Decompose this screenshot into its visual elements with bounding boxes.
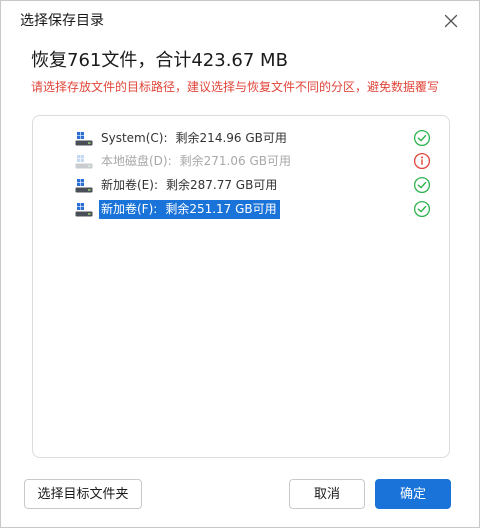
drive-label: 新加卷(F):: [101, 202, 158, 216]
check-circle-icon: [413, 176, 431, 194]
check-circle-icon: [413, 200, 431, 218]
info-circle-icon: [413, 152, 431, 170]
drive-label: 新加卷(E):: [101, 178, 158, 192]
drive-free-space: 剩余271.06 GB可用: [179, 154, 291, 168]
drive-label: 本地磁盘(D):: [101, 154, 172, 168]
drive-row-c[interactable]: System(C): 剩余214.96 GB可用: [75, 128, 290, 149]
check-circle-icon: [413, 129, 431, 147]
drive-free-space: 剩余287.77 GB可用: [166, 178, 278, 192]
drive-label: System(C):: [101, 131, 168, 145]
drive-free-space: 剩余251.17 GB可用: [165, 202, 277, 216]
recovery-summary-heading: 恢复761文件，合计423.67 MB: [31, 50, 288, 71]
drive-row-f[interactable]: 新加卷(F): 剩余251.17 GB可用: [75, 199, 280, 220]
select-folder-button[interactable]: 选择目标文件夹: [24, 479, 142, 509]
windows-drive-icon: [75, 154, 93, 169]
drive-name-text: 本地磁盘(D): 剩余271.06 GB可用: [99, 152, 294, 171]
cancel-button[interactable]: 取消: [289, 479, 365, 509]
drive-row-e[interactable]: 新加卷(E): 剩余287.77 GB可用: [75, 175, 280, 196]
close-button[interactable]: [439, 9, 463, 33]
select-save-directory-dialog: 选择保存目录 恢复761文件，合计423.67 MB 请选择存放文件的目标路径，…: [0, 0, 480, 528]
drive-name-text: System(C): 剩余214.96 GB可用: [99, 129, 290, 148]
windows-drive-icon: [75, 131, 93, 146]
drive-name-text: 新加卷(E): 剩余287.77 GB可用: [99, 176, 280, 195]
drive-row-d[interactable]: 本地磁盘(D): 剩余271.06 GB可用: [75, 151, 294, 172]
windows-drive-icon: [75, 178, 93, 193]
dialog-title: 选择保存目录: [20, 13, 104, 29]
close-icon[interactable]: [439, 9, 463, 33]
drive-free-space: 剩余214.96 GB可用: [175, 131, 287, 145]
confirm-button[interactable]: 确定: [375, 479, 451, 509]
path-warning-text: 请选择存放文件的目标路径，建议选择与恢复文件不同的分区，避免数据覆写: [31, 80, 440, 94]
drive-list-panel: System(C):剩余214.96 GB可用 本地磁盘(D):剩余271.: [32, 115, 450, 458]
drive-name-text: 新加卷(F): 剩余251.17 GB可用: [99, 200, 280, 219]
windows-drive-icon: [75, 202, 93, 217]
